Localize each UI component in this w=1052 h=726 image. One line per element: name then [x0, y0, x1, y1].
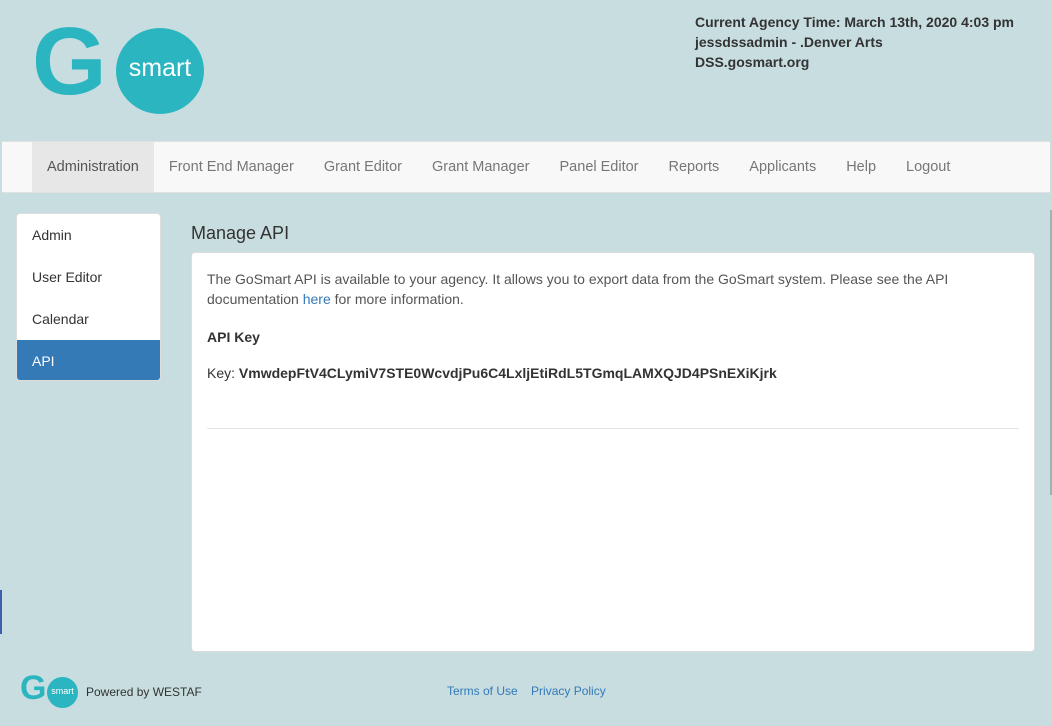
footer-logo-letter: G: [20, 669, 47, 707]
agency-info: Current Agency Time: March 13th, 2020 4:…: [695, 12, 1014, 72]
sidebar-item-calendar[interactable]: Calendar: [17, 298, 160, 340]
logo-text: smart: [128, 54, 192, 82]
window-edge-left: [0, 590, 2, 634]
nav-front-end-manager[interactable]: Front End Manager: [154, 142, 309, 192]
terms-of-use-link[interactable]: Terms of Use: [447, 684, 518, 698]
panel-divider: [207, 428, 1019, 429]
api-key-heading: API Key: [207, 329, 260, 345]
api-key-line: Key: VmwdepFtV4CLymiV7STE0WcvdjPu6C4Lxlj…: [207, 365, 1019, 381]
api-key-value[interactable]: VmwdepFtV4CLymiV7STE0WcvdjPu6C4LxljEtiRd…: [239, 365, 777, 381]
agency-time: Current Agency Time: March 13th, 2020 4:…: [695, 14, 1014, 30]
nav-grant-manager[interactable]: Grant Manager: [417, 142, 545, 192]
api-intro: The GoSmart API is available to your age…: [207, 269, 967, 309]
footer-logo-text: smart: [51, 686, 74, 696]
nav-applicants[interactable]: Applicants: [734, 142, 831, 192]
nav-logout[interactable]: Logout: [891, 142, 965, 192]
key-prefix: Key:: [207, 365, 239, 381]
gosmart-logo[interactable]: G smart: [32, 14, 204, 114]
nav-grant-editor[interactable]: Grant Editor: [309, 142, 417, 192]
sidebar-item-user-editor[interactable]: User Editor: [17, 256, 160, 298]
footer-logo: G smart: [20, 671, 78, 708]
main-navbar: Administration Front End Manager Grant E…: [2, 141, 1050, 193]
api-panel: The GoSmart API is available to your age…: [191, 252, 1035, 652]
page-title: Manage API: [191, 223, 290, 243]
documentation-link[interactable]: here: [303, 291, 331, 307]
intro-text-after: for more information.: [330, 291, 464, 307]
footer-links: Terms of Use Privacy Policy: [447, 684, 616, 698]
privacy-policy-link[interactable]: Privacy Policy: [531, 684, 606, 698]
logo-letter: G: [32, 8, 107, 115]
nav-panel-editor[interactable]: Panel Editor: [545, 142, 654, 192]
site-domain: DSS.gosmart.org: [695, 54, 810, 70]
sidebar-item-admin[interactable]: Admin: [17, 214, 160, 256]
nav-reports[interactable]: Reports: [654, 142, 735, 192]
user-agency: jessdssadmin - .Denver Arts: [695, 34, 883, 50]
nav-help[interactable]: Help: [831, 142, 891, 192]
powered-by: Powered by WESTAF: [86, 685, 202, 699]
nav-administration[interactable]: Administration: [32, 142, 154, 192]
sidebar-item-api[interactable]: API: [17, 340, 160, 380]
admin-sidebar: Admin User Editor Calendar API: [16, 213, 161, 381]
